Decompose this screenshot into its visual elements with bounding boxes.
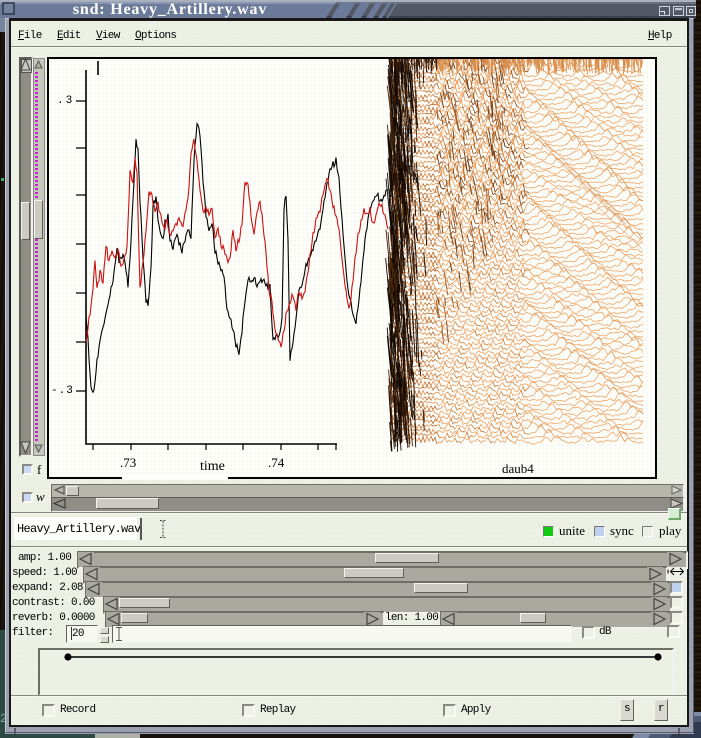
svg-text:snd: Heavy_Artillery.wav: snd: Heavy_Artillery.wav <box>73 1 267 18</box>
